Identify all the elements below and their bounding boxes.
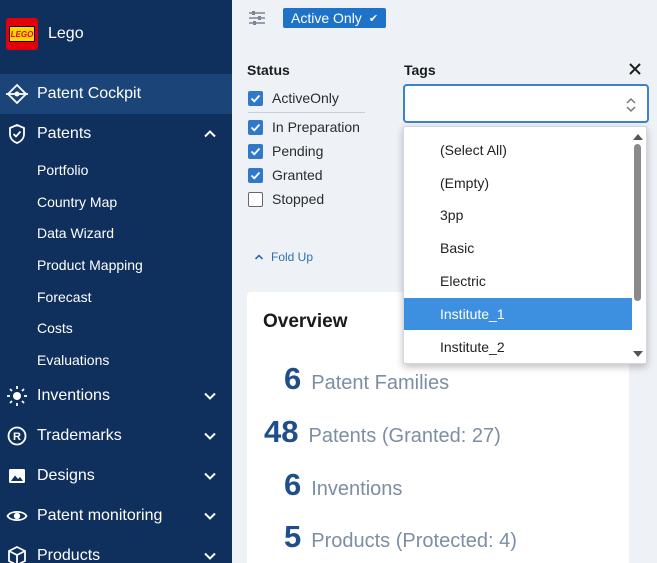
status-checkbox-pending[interactable]: Pending bbox=[248, 141, 323, 161]
check-icon: ✔ bbox=[369, 12, 378, 25]
tags-option-3pp[interactable]: 3pp bbox=[404, 199, 632, 231]
sidebar-item-trademarks[interactable]: R Trademarks bbox=[0, 416, 232, 456]
lego-logo-text: LEGO bbox=[9, 26, 35, 42]
chevron-up-down-icon bbox=[625, 97, 637, 113]
chevron-down-icon[interactable] bbox=[202, 508, 218, 524]
chip-label: Active Only bbox=[291, 10, 362, 26]
stat-label: Inventions bbox=[311, 478, 402, 501]
svg-text:R: R bbox=[13, 431, 21, 443]
lightbulb-icon bbox=[6, 385, 28, 407]
sidebar-item-label: Trademarks bbox=[37, 427, 122, 445]
lego-logo: LEGO bbox=[6, 18, 38, 50]
sidebar-item-patent-monitoring[interactable]: Patent monitoring bbox=[0, 496, 232, 536]
checkbox-checked-icon[interactable] bbox=[248, 144, 263, 159]
stat-inventions[interactable]: 6 Inventions bbox=[284, 467, 402, 503]
status-title: Status bbox=[247, 62, 290, 78]
filter-sliders-icon[interactable] bbox=[247, 8, 267, 28]
scroll-up-arrow-icon[interactable] bbox=[633, 133, 643, 140]
tags-option-empty[interactable]: (Empty) bbox=[404, 167, 632, 199]
checkbox-label: In Preparation bbox=[272, 119, 360, 135]
sidebar-item-patent-cockpit[interactable]: Patent Cockpit bbox=[0, 74, 232, 114]
stat-label: Products (Protected: 4) bbox=[311, 530, 517, 553]
fold-up-button[interactable]: Fold Up bbox=[254, 250, 313, 264]
status-checkbox-granted[interactable]: Granted bbox=[248, 165, 323, 185]
scroll-down-arrow-icon[interactable] bbox=[633, 351, 643, 358]
sidebar-subitem-country-map[interactable]: Country Map bbox=[0, 186, 232, 218]
overview-title: Overview bbox=[263, 311, 348, 333]
sidebar-item-label: Patent monitoring bbox=[37, 507, 162, 525]
checkbox-label: ActiveOnly bbox=[272, 90, 339, 106]
sidebar-subitem-forecast[interactable]: Forecast bbox=[0, 281, 232, 313]
fold-up-label: Fold Up bbox=[271, 250, 313, 264]
active-only-chip[interactable]: Active Only ✔ bbox=[283, 8, 386, 28]
sidebar-nav: Patent Cockpit Patents Portfolio Country… bbox=[0, 74, 232, 563]
stat-value: 48 bbox=[264, 414, 298, 450]
checkbox-checked-icon[interactable] bbox=[248, 120, 263, 135]
stat-patents[interactable]: 48 Patents (Granted: 27) bbox=[264, 414, 501, 450]
sidebar-item-patents[interactable]: Patents bbox=[0, 114, 232, 154]
sidebar-subitem-product-mapping[interactable]: Product Mapping bbox=[0, 249, 232, 281]
box-icon bbox=[6, 545, 28, 563]
sidebar-item-label: Designs bbox=[37, 467, 95, 485]
sidebar-subitem-portfolio[interactable]: Portfolio bbox=[0, 154, 232, 186]
tags-option-electric[interactable]: Electric bbox=[404, 265, 632, 297]
checkbox-checked-icon[interactable] bbox=[248, 168, 263, 183]
close-icon[interactable] bbox=[628, 62, 642, 76]
chevron-up-icon[interactable] bbox=[202, 126, 218, 142]
registered-icon: R bbox=[6, 425, 28, 447]
sidebar-item-designs[interactable]: Designs bbox=[0, 456, 232, 496]
shield-check-icon bbox=[6, 123, 28, 145]
sidebar-subitem-data-wizard[interactable]: Data Wizard bbox=[0, 217, 232, 249]
app-name: Lego bbox=[48, 25, 84, 43]
stat-value: 5 bbox=[284, 519, 301, 555]
brand[interactable]: LEGO Lego bbox=[6, 18, 84, 50]
status-checkbox-in-preparation[interactable]: In Preparation bbox=[248, 117, 360, 137]
stat-value: 6 bbox=[284, 467, 301, 503]
chevron-up-icon bbox=[254, 252, 264, 262]
chevron-down-icon[interactable] bbox=[202, 548, 218, 563]
sidebar-item-products[interactable]: Products bbox=[0, 536, 232, 563]
status-checkbox-active-only[interactable]: ActiveOnly bbox=[248, 88, 339, 108]
sidebar-item-label: Patent Cockpit bbox=[37, 85, 141, 103]
tags-title: Tags bbox=[404, 62, 436, 78]
status-checkbox-stopped[interactable]: Stopped bbox=[248, 189, 324, 209]
stat-patent-families[interactable]: 6 Patent Families bbox=[284, 361, 449, 397]
tags-dropdown-list: (Select All) (Empty) 3pp Basic Electric … bbox=[403, 126, 647, 364]
dropdown-scrollbar-thumb[interactable] bbox=[634, 144, 641, 301]
checkbox-label: Pending bbox=[272, 143, 323, 159]
tags-option-basic[interactable]: Basic bbox=[404, 232, 632, 264]
sidebar-item-label: Products bbox=[37, 547, 100, 563]
image-icon bbox=[6, 465, 28, 487]
tags-select[interactable] bbox=[403, 84, 649, 123]
chevron-down-icon[interactable] bbox=[202, 428, 218, 444]
stat-products[interactable]: 5 Products (Protected: 4) bbox=[284, 519, 517, 555]
checkbox-label: Stopped bbox=[272, 191, 324, 207]
sidebar-item-inventions[interactable]: Inventions bbox=[0, 376, 232, 416]
stat-value: 6 bbox=[284, 361, 301, 397]
stat-label: Patents (Granted: 27) bbox=[308, 425, 500, 448]
tags-option-institute-1[interactable]: Institute_1 bbox=[404, 298, 632, 330]
sidebar-subitem-evaluations[interactable]: Evaluations bbox=[0, 344, 232, 376]
status-divider bbox=[248, 112, 365, 113]
chevron-down-icon[interactable] bbox=[202, 468, 218, 484]
checkbox-checked-icon[interactable] bbox=[248, 91, 263, 106]
sidebar-subitem-costs[interactable]: Costs bbox=[0, 312, 232, 344]
sidebar: LEGO Lego Patent Cockpit Patents Portfol… bbox=[0, 0, 232, 563]
sidebar-item-label: Patents bbox=[37, 125, 91, 143]
checkbox-label: Granted bbox=[272, 167, 323, 183]
checkbox-unchecked-icon[interactable] bbox=[248, 192, 263, 207]
stat-label: Patent Families bbox=[311, 372, 449, 395]
tags-option-select-all[interactable]: (Select All) bbox=[404, 134, 632, 166]
eye-icon bbox=[6, 505, 28, 527]
chevron-down-icon[interactable] bbox=[202, 388, 218, 404]
cockpit-icon bbox=[6, 83, 28, 105]
sidebar-item-label: Inventions bbox=[37, 387, 110, 405]
tags-option-institute-2[interactable]: Institute_2 bbox=[404, 331, 632, 363]
